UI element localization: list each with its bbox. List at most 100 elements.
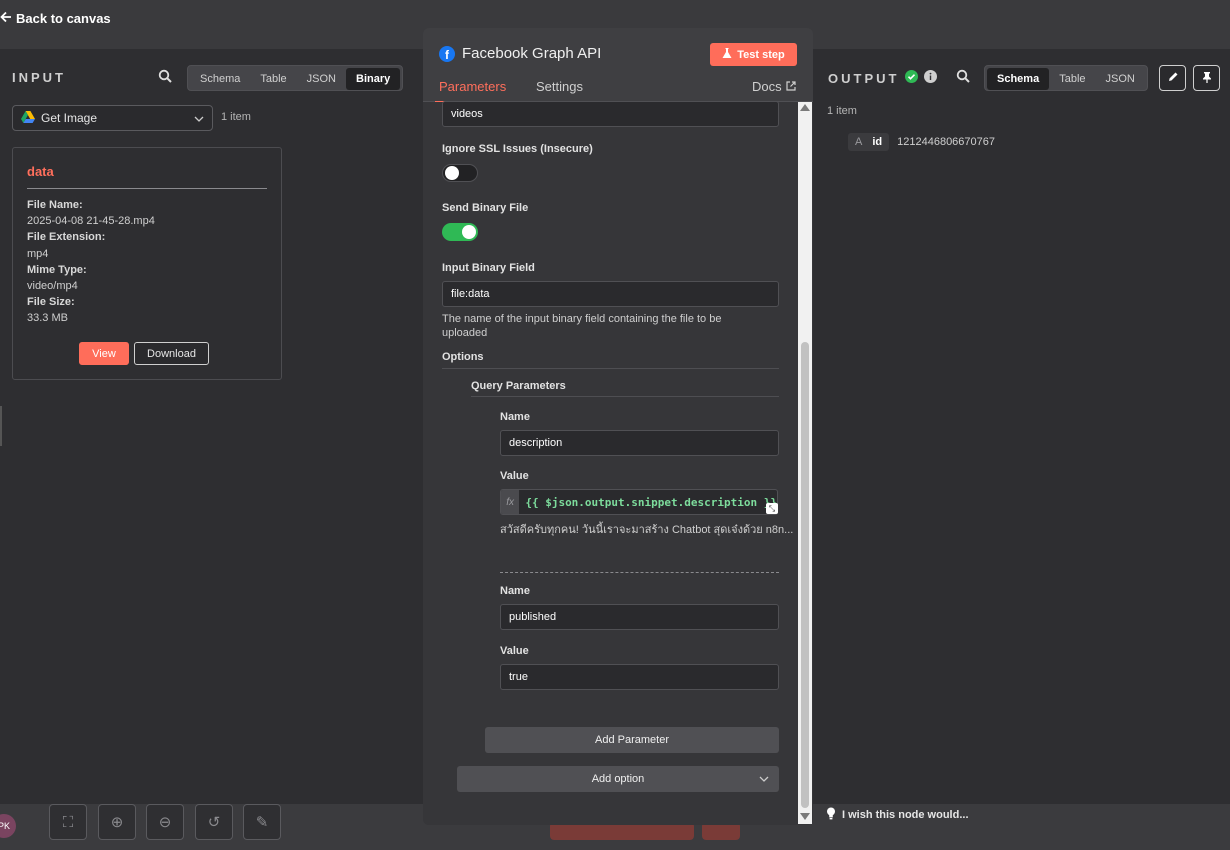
info-icon[interactable]	[924, 70, 938, 86]
query-params-label: Query Parameters	[471, 380, 566, 392]
back-to-canvas-button[interactable]: Back to canvas	[0, 11, 111, 26]
arrow-left-icon	[0, 11, 12, 26]
fx-icon: fx	[501, 490, 520, 514]
input-view-json[interactable]: JSON	[297, 68, 346, 90]
input-view-switch: Schema Table JSON Binary	[187, 65, 404, 91]
input-title: INPUT	[12, 70, 66, 85]
output-view-table[interactable]: Table	[1049, 68, 1095, 90]
field-key: File Size:	[27, 296, 75, 309]
edit-output-button[interactable]	[1159, 65, 1186, 91]
search-icon[interactable]	[158, 69, 174, 85]
output-title-row: OUTPUT	[828, 70, 938, 86]
field-key: Mime Type:	[27, 263, 87, 276]
schema-field-name: id	[872, 136, 883, 148]
toggle-knob	[445, 166, 459, 180]
fit-icon: ⛶	[62, 813, 74, 831]
lightbulb-icon	[826, 807, 836, 823]
zoom-out-button[interactable]: ⊖	[146, 804, 184, 840]
docs-label: Docs	[752, 79, 782, 94]
node-settings-dialog: f Facebook Graph API Test step Parameter…	[423, 28, 813, 825]
schema-field-value: 1212446806670767	[897, 136, 996, 148]
zoom-in-icon: ⊕	[110, 814, 124, 831]
google-drive-icon	[21, 110, 35, 126]
pencil-icon	[1167, 71, 1179, 86]
binary-card-title: data	[27, 164, 54, 179]
add-parameter-button[interactable]: Add Parameter	[485, 727, 779, 753]
panel-resize-handle[interactable]	[0, 406, 2, 446]
input-view-schema[interactable]: Schema	[190, 68, 250, 90]
tab-parameters[interactable]: Parameters	[434, 79, 521, 103]
chevron-down-icon	[194, 111, 204, 125]
send-binary-label: Send Binary File	[442, 202, 529, 214]
options-label: Options	[442, 351, 484, 363]
reset-zoom-button[interactable]: ↺	[195, 804, 233, 840]
scroll-down-arrow-icon[interactable]	[800, 813, 810, 820]
expand-editor-icon[interactable]: ⤡	[766, 503, 778, 514]
param-name-input[interactable]: description	[500, 430, 779, 456]
param-name-input[interactable]: published	[500, 604, 779, 630]
zoom-out-icon: ⊖	[158, 814, 172, 831]
facebook-icon: f	[439, 45, 455, 62]
ignore-ssl-toggle[interactable]	[442, 164, 478, 182]
feedback-label: I wish this node would...	[842, 809, 969, 821]
schema-field-row: A id 1212446806670767	[848, 133, 995, 151]
input-view-binary[interactable]: Binary	[346, 68, 401, 90]
divider	[471, 396, 779, 397]
input-view-table[interactable]: Table	[250, 68, 296, 90]
send-binary-toggle[interactable]	[442, 223, 478, 241]
parameters-body: videos Ignore SSL Issues (Insecure) Send…	[423, 101, 813, 825]
zoom-in-button[interactable]: ⊕	[98, 804, 136, 840]
pin-icon	[1201, 71, 1213, 86]
broom-icon: ✎	[255, 814, 269, 831]
schema-field-tag[interactable]: A id	[848, 133, 890, 151]
field-key: File Name:	[27, 199, 83, 211]
feedback-link[interactable]: I wish this node would...	[826, 807, 969, 823]
add-option-select[interactable]: Add option	[457, 766, 779, 792]
dialog-header: f Facebook Graph API Test step Parameter…	[423, 28, 813, 103]
test-step-label: Test step	[737, 48, 785, 61]
binary-field-input[interactable]: file:data	[442, 281, 779, 307]
search-icon[interactable]	[956, 69, 972, 85]
test-step-button[interactable]: Test step	[710, 43, 797, 66]
input-panel: INPUT Schema Table JSON Binary Get Image…	[0, 49, 423, 804]
param-name-label: Name	[500, 585, 530, 597]
scroll-up-arrow-icon[interactable]	[800, 104, 810, 111]
edge-input[interactable]: videos	[442, 101, 779, 127]
chevron-down-icon	[759, 773, 769, 785]
success-check-icon	[905, 70, 919, 86]
docs-link[interactable]: Docs	[752, 79, 796, 94]
node-title[interactable]: Facebook Graph API	[462, 45, 601, 62]
string-type-icon: A	[855, 136, 863, 148]
output-view-switch: Schema Table JSON	[984, 65, 1148, 91]
pin-output-button[interactable]	[1193, 65, 1220, 91]
output-view-schema[interactable]: Schema	[987, 68, 1050, 90]
output-title: OUTPUT	[828, 70, 900, 86]
external-link-icon	[786, 79, 796, 94]
output-item-count: 1 item	[827, 105, 857, 117]
back-label: Back to canvas	[16, 11, 111, 26]
download-button[interactable]: Download	[134, 342, 209, 365]
toggle-knob	[462, 225, 476, 239]
divider	[442, 368, 779, 369]
tab-settings[interactable]: Settings	[536, 79, 583, 94]
binary-field-hint: The name of the input binary field conta…	[442, 313, 722, 339]
view-button[interactable]: View	[79, 342, 129, 365]
field-value: video/mp4	[27, 280, 78, 293]
node-title-row: f Facebook Graph API	[439, 45, 601, 62]
field-value: 33.3 MB	[27, 312, 68, 325]
param-value-label: Value	[500, 645, 529, 657]
zoom-to-fit-button[interactable]: ⛶	[49, 804, 87, 840]
output-view-json[interactable]: JSON	[1096, 68, 1145, 90]
divider	[27, 188, 267, 189]
undo-icon: ↺	[207, 814, 221, 831]
binary-field-label: Input Binary Field	[442, 262, 535, 274]
expression-code: {{ $json.output.snippet.description }}	[525, 495, 777, 509]
param-value-expression[interactable]: fx {{ $json.output.snippet.description }…	[500, 489, 778, 515]
param-value-label: Value	[500, 470, 529, 482]
field-value: mp4	[27, 247, 49, 260]
input-source-select[interactable]: Get Image	[12, 105, 213, 131]
tidy-up-button[interactable]: ✎	[243, 804, 281, 840]
scrollbar-thumb[interactable]	[801, 342, 809, 808]
field-key: File Extension:	[27, 231, 106, 244]
param-value-input[interactable]: true	[500, 664, 779, 690]
